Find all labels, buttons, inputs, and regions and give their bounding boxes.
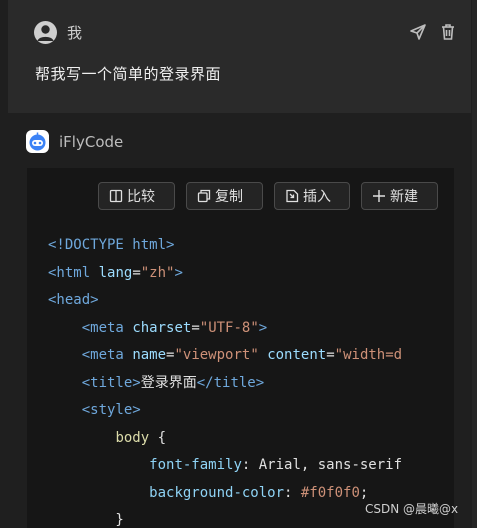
code-token: "zh"	[140, 264, 175, 281]
code-token: font-family	[149, 457, 242, 473]
code-token: <html	[48, 264, 91, 281]
trash-icon[interactable]	[438, 22, 458, 42]
compare-button[interactable]: 比较	[98, 182, 175, 210]
insert-label: 插入	[303, 189, 331, 205]
compare-label: 比较	[127, 189, 155, 205]
code-block: 比较 复制 插入 新建 <!DOCTYPE html> <html lang="z…	[27, 168, 454, 528]
code-token: :	[284, 484, 301, 501]
code-token: "viewport"	[174, 347, 259, 363]
new-label: 新建	[390, 189, 418, 205]
iflycode-logo-icon	[26, 130, 49, 153]
new-button[interactable]: 新建	[361, 182, 438, 210]
compare-icon	[109, 189, 123, 203]
assistant-name: iFlyCode	[59, 133, 124, 151]
code-line: font-family: Arial, sans-serif	[48, 452, 402, 480]
code-token: lang	[98, 264, 133, 281]
code-line: <html lang="zh">	[48, 260, 402, 288]
code-token: =	[132, 264, 141, 281]
user-avatar-icon	[34, 21, 57, 44]
code-line: background-color: #f0f0f0;	[48, 480, 402, 508]
insert-button[interactable]: 插入	[274, 182, 350, 210]
code-token: : Arial, sans-serif	[241, 457, 403, 473]
code-token: #f0f0f0	[300, 484, 360, 501]
code-token: =	[326, 347, 335, 363]
code-line: <style>	[48, 397, 402, 425]
code-line: <meta charset="UTF-8">	[48, 315, 402, 343]
user-name: 我	[67, 24, 83, 42]
code-token: }	[48, 512, 124, 528]
code-token: "width=d	[334, 347, 403, 363]
code-token: content	[267, 347, 327, 363]
plus-icon	[373, 190, 385, 202]
code-line: <!DOCTYPE html>	[48, 232, 402, 260]
code-token: {	[149, 429, 167, 446]
code-token: </title>	[196, 374, 265, 391]
scrollbar[interactable]	[472, 0, 477, 528]
code-line: <head>	[48, 287, 402, 315]
copy-label: 复制	[215, 189, 243, 205]
watermark: CSDN @晨曦@x	[365, 502, 459, 516]
code-line: body {	[48, 425, 402, 453]
code-token: <style>	[81, 402, 141, 418]
copy-icon	[197, 189, 211, 203]
code-token: name	[132, 347, 167, 363]
user-message-block: 我 帮我写一个简单的登录界面	[8, 0, 471, 113]
code-token: ;	[359, 484, 369, 501]
code-token: <title>	[81, 374, 141, 391]
code-token: charset	[132, 319, 192, 336]
user-message-text: 帮我写一个简单的登录界面	[35, 65, 222, 83]
code-line: }	[48, 507, 402, 528]
code-token: "UTF-8"	[199, 319, 259, 336]
code-token: =	[191, 319, 200, 336]
code-token: background-color	[149, 484, 285, 501]
send-icon[interactable]	[408, 22, 428, 42]
code-content: <!DOCTYPE html> <html lang="zh"> <head> <m…	[48, 232, 402, 528]
insert-icon	[286, 189, 299, 203]
code-line: <title>登录界面</title>	[48, 370, 402, 398]
code-token: 登录界面	[140, 374, 197, 391]
code-token: <head>	[48, 292, 99, 308]
code-line: <meta name="viewport" content="width=d	[48, 342, 402, 370]
code-token: >	[174, 264, 183, 281]
code-token: <meta	[81, 347, 124, 363]
code-token: body	[115, 429, 150, 446]
code-token: <!DOCTYPE html>	[48, 237, 175, 253]
code-token: <meta	[81, 319, 124, 336]
copy-button[interactable]: 复制	[186, 182, 263, 210]
code-token: >	[258, 319, 268, 336]
